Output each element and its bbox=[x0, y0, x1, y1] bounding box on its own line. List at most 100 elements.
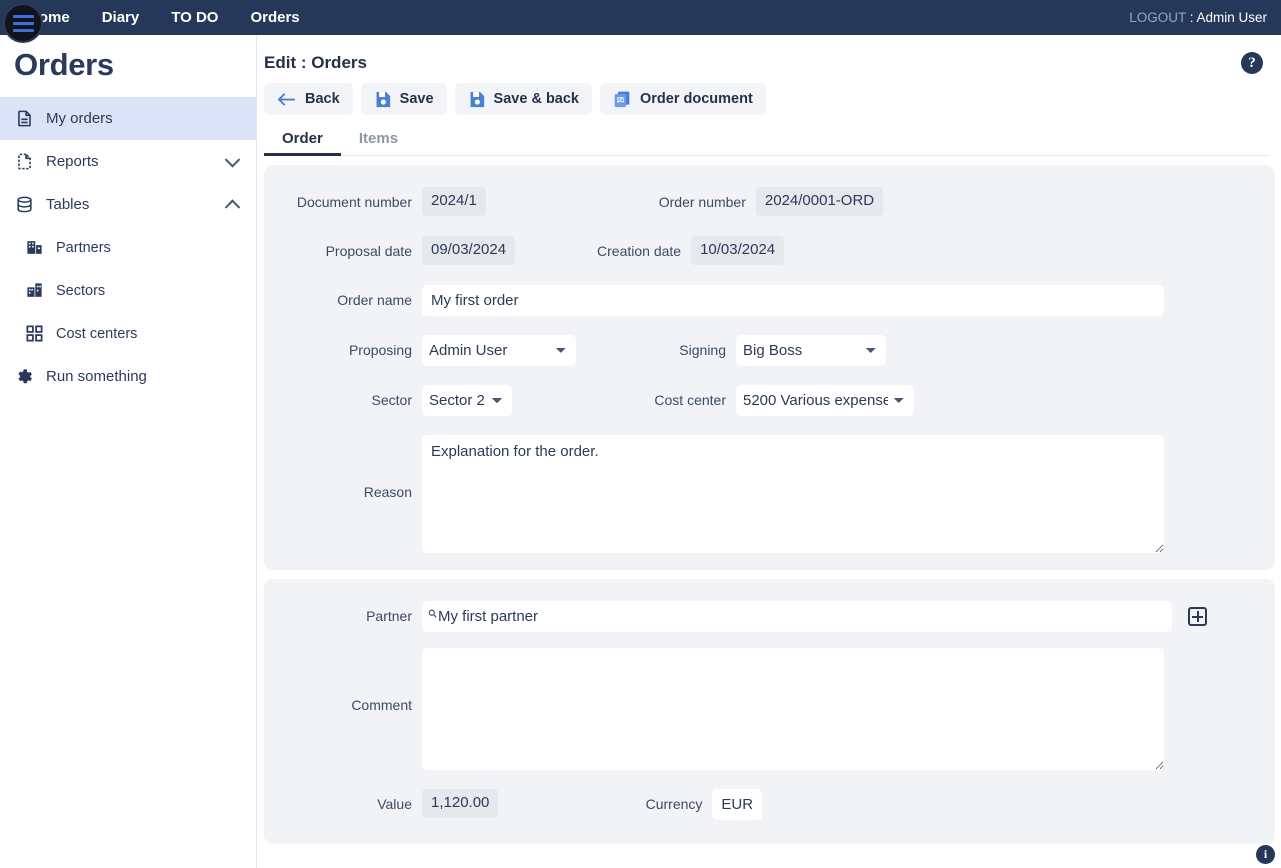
sidebar-item-label: Reports bbox=[46, 153, 99, 170]
order-details-panel: Document number 2024/1 Order number 2024… bbox=[264, 165, 1275, 570]
save-button[interactable]: Save bbox=[360, 83, 447, 115]
reason-textarea[interactable]: Explanation for the order. bbox=[422, 435, 1164, 553]
row-proposing-signing: Proposing Admin User Signing Big Boss bbox=[264, 335, 1275, 366]
nav-link-diary[interactable]: Diary bbox=[86, 0, 156, 35]
building-sector-icon bbox=[24, 281, 44, 301]
sidebar-item-tables[interactable]: Tables bbox=[0, 183, 256, 226]
row-dates: Proposal date 09/03/2024 Creation date 1… bbox=[264, 236, 1275, 265]
sidebar-item-label: Partners bbox=[56, 239, 111, 256]
row-order-name: Order name bbox=[264, 285, 1275, 316]
sidebar-item-label: Sectors bbox=[56, 282, 106, 299]
sidebar-item-label: My orders bbox=[46, 110, 113, 127]
toolbar: Back Save Save & back PDF Order document bbox=[258, 77, 1281, 115]
row-value-currency: Value 1,120.00 Currency bbox=[264, 789, 1275, 820]
signing-select[interactable]: Big Boss bbox=[736, 335, 886, 366]
grid-icon bbox=[24, 324, 44, 344]
sidebar-item-label: Tables bbox=[46, 196, 90, 213]
logout-link[interactable]: LOGOUT bbox=[1129, 10, 1186, 25]
nav-link-orders[interactable]: Orders bbox=[234, 0, 315, 35]
comment-textarea[interactable] bbox=[422, 648, 1164, 770]
partner-label: Partner bbox=[366, 608, 412, 624]
sidebar-title: Orders bbox=[14, 47, 114, 82]
order-number-label: Order number bbox=[658, 194, 746, 210]
sidebar-item-run-something[interactable]: Run something bbox=[0, 355, 256, 398]
plus-square-icon[interactable] bbox=[1188, 607, 1207, 626]
hamburger-icon[interactable] bbox=[3, 3, 43, 43]
document-number-label: Document number bbox=[296, 194, 412, 210]
sidebar-item-partners[interactable]: Partners bbox=[0, 226, 256, 269]
svg-text:PDF: PDF bbox=[616, 97, 625, 102]
hamburger-bar bbox=[12, 14, 34, 18]
document-icon bbox=[14, 109, 34, 129]
back-button[interactable]: Back bbox=[264, 83, 353, 115]
sidebar-item-sectors[interactable]: Sectors bbox=[0, 269, 256, 312]
sidebar-item-reports[interactable]: Reports bbox=[0, 140, 256, 183]
sidebar-item-label: Cost centers bbox=[56, 325, 138, 342]
order-name-input[interactable] bbox=[422, 285, 1164, 316]
gear-icon bbox=[14, 367, 34, 387]
order-document-button[interactable]: PDF Order document bbox=[600, 83, 766, 115]
current-user-label: Admin User bbox=[1196, 10, 1267, 25]
sidebar: Orders My orders Reports Tables Partners… bbox=[0, 35, 257, 868]
row-reason: Reason Explanation for the order. bbox=[264, 435, 1275, 553]
proposal-date-value: 09/03/2024 bbox=[422, 236, 516, 265]
cost-center-select[interactable]: 5200 Various expenses bbox=[736, 385, 914, 416]
tab-bar: Order Items bbox=[264, 124, 1269, 156]
info-icon[interactable]: i bbox=[1256, 845, 1275, 864]
proposing-label: Proposing bbox=[348, 342, 412, 358]
partner-details-panel: Partner Comment Value 1,120.00 Currency bbox=[264, 579, 1275, 844]
reason-label: Reason bbox=[363, 484, 412, 500]
session-separator: : bbox=[1185, 10, 1197, 25]
save-floppy-icon bbox=[468, 91, 485, 108]
page-header: Edit : Orders ? bbox=[258, 35, 1281, 77]
arrow-left-icon bbox=[277, 92, 296, 107]
sidebar-item-cost-centers[interactable]: Cost centers bbox=[0, 312, 256, 355]
chevron-up-icon[interactable] bbox=[224, 198, 241, 215]
pdf-icon: PDF bbox=[613, 90, 631, 108]
tab-items[interactable]: Items bbox=[341, 124, 416, 155]
order-number-value: 2024/0001-ORD bbox=[755, 187, 884, 216]
building-partner-icon bbox=[24, 238, 44, 258]
order-document-button-label: Order document bbox=[640, 91, 753, 107]
save-floppy-icon bbox=[374, 91, 391, 108]
value-amount: 1,120.00 bbox=[422, 789, 499, 818]
top-navbar: Home Diary TO DO Orders LOGOUT : Admin U… bbox=[0, 0, 1281, 35]
sidebar-item-my-orders[interactable]: My orders bbox=[0, 97, 256, 140]
row-sector-cost-center: Sector Sector 2 Cost center 5200 Various… bbox=[264, 385, 1275, 416]
help-icon[interactable]: ? bbox=[1241, 52, 1263, 74]
hamburger-bar bbox=[12, 28, 34, 32]
main-content: Edit : Orders ? Back Save Save & back PD… bbox=[258, 35, 1281, 868]
currency-label: Currency bbox=[645, 796, 703, 812]
creation-date-value: 10/03/2024 bbox=[691, 236, 785, 265]
comment-label: Comment bbox=[351, 697, 412, 713]
proposing-select[interactable]: Admin User bbox=[422, 335, 576, 366]
proposal-date-label: Proposal date bbox=[325, 243, 412, 259]
nav-links: Home Diary TO DO Orders bbox=[0, 0, 316, 35]
row-numbers: Document number 2024/1 Order number 2024… bbox=[264, 187, 1275, 216]
save-and-back-button-label: Save & back bbox=[493, 91, 579, 107]
chevron-down-icon[interactable] bbox=[224, 151, 241, 168]
database-icon bbox=[14, 195, 34, 215]
value-label: Value bbox=[377, 796, 412, 812]
document-number-value: 2024/1 bbox=[422, 187, 486, 216]
sector-label: Sector bbox=[371, 392, 412, 408]
creation-date-label: Creation date bbox=[597, 243, 682, 259]
row-partner: Partner bbox=[264, 601, 1275, 632]
back-button-label: Back bbox=[305, 91, 340, 107]
page-title: Edit : Orders bbox=[264, 53, 367, 72]
row-comment: Comment bbox=[264, 648, 1275, 770]
partner-input[interactable] bbox=[422, 601, 1172, 632]
cost-center-label: Cost center bbox=[654, 392, 726, 408]
hamburger-bar bbox=[12, 21, 34, 25]
sector-select[interactable]: Sector 2 bbox=[422, 385, 512, 416]
currency-input[interactable] bbox=[712, 789, 763, 820]
save-button-label: Save bbox=[399, 91, 434, 107]
order-name-label: Order name bbox=[337, 292, 412, 308]
report-icon bbox=[14, 152, 34, 172]
user-session-area: LOGOUT : Admin User bbox=[1129, 10, 1281, 25]
save-and-back-button[interactable]: Save & back bbox=[454, 83, 592, 115]
nav-link-todo[interactable]: TO DO bbox=[155, 0, 234, 35]
signing-label: Signing bbox=[679, 342, 726, 358]
sidebar-item-label: Run something bbox=[46, 368, 147, 385]
tab-order[interactable]: Order bbox=[264, 124, 341, 156]
